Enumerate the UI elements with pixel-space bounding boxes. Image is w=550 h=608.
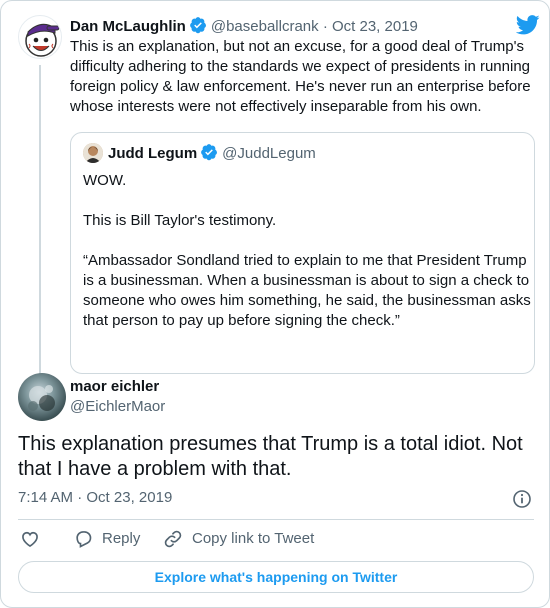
parent-author-avatar[interactable] bbox=[18, 15, 62, 59]
meta-separator: · bbox=[77, 489, 83, 506]
parent-author-name[interactable]: Dan McLaughlin bbox=[70, 18, 186, 35]
main-tweet-author: maor eichler @EichlerMaor bbox=[18, 373, 538, 423]
thread-connector-line bbox=[39, 65, 41, 379]
like-button[interactable] bbox=[20, 529, 40, 549]
reply-icon bbox=[73, 529, 93, 549]
info-icon[interactable] bbox=[512, 489, 532, 509]
quoted-tweet[interactable]: Judd Legum @JuddLegum WOW. This is Bill T… bbox=[70, 132, 535, 374]
copy-link-button[interactable]: Copy link to Tweet bbox=[163, 529, 314, 549]
main-tweet-text: This explanation presumes that Trump is … bbox=[18, 433, 523, 480]
quoted-paragraph: This is Bill Taylor's testimony. bbox=[83, 212, 277, 229]
copy-link-label: Copy link to Tweet bbox=[192, 530, 315, 547]
twitter-bird-icon[interactable] bbox=[515, 15, 540, 35]
main-author-name[interactable]: maor eichler bbox=[70, 377, 159, 397]
divider bbox=[18, 519, 534, 520]
parent-author-handle[interactable]: @baseballcrank bbox=[211, 18, 319, 35]
quoted-author-name: Judd Legum bbox=[108, 145, 198, 162]
explore-twitter-button[interactable]: Explore what's happening on Twitter bbox=[18, 561, 534, 593]
heart-icon bbox=[20, 529, 40, 549]
meta-separator: · bbox=[322, 18, 328, 35]
quoted-author-handle: @JuddLegum bbox=[222, 145, 316, 162]
quoted-author-avatar bbox=[83, 143, 103, 163]
quoted-paragraph: “Ambassador Sondland tried to explain to… bbox=[83, 252, 531, 329]
main-author-handle[interactable]: @EichlerMaor bbox=[70, 397, 165, 417]
main-tweet-date[interactable]: Oct 23, 2019 bbox=[86, 489, 172, 506]
main-author-avatar[interactable] bbox=[18, 373, 66, 421]
link-icon bbox=[163, 529, 183, 549]
reply-label: Reply bbox=[102, 530, 141, 547]
parent-tweet-text: This is an explanation, but not an excus… bbox=[70, 38, 531, 115]
quoted-tweet-header: Judd Legum @JuddLegum bbox=[83, 143, 316, 163]
parent-tweet-header: Dan McLaughlin @baseballcrank · Oct 23, 2… bbox=[70, 16, 418, 36]
parent-tweet-date[interactable]: Oct 23, 2019 bbox=[332, 18, 418, 35]
verified-badge-icon bbox=[200, 143, 218, 167]
embedded-tweet-card: Dan McLaughlin @baseballcrank · Oct 23, 2… bbox=[0, 0, 550, 608]
quoted-paragraph: WOW. bbox=[83, 172, 127, 189]
main-tweet-time[interactable]: 7:14 AM bbox=[18, 489, 73, 506]
reply-button[interactable]: Reply bbox=[73, 529, 140, 549]
main-tweet-timestamp[interactable]: 7:14 AM · Oct 23, 2019 bbox=[18, 488, 172, 508]
quoted-tweet-body: WOW. This is Bill Taylor's testimony. “A… bbox=[83, 171, 531, 331]
